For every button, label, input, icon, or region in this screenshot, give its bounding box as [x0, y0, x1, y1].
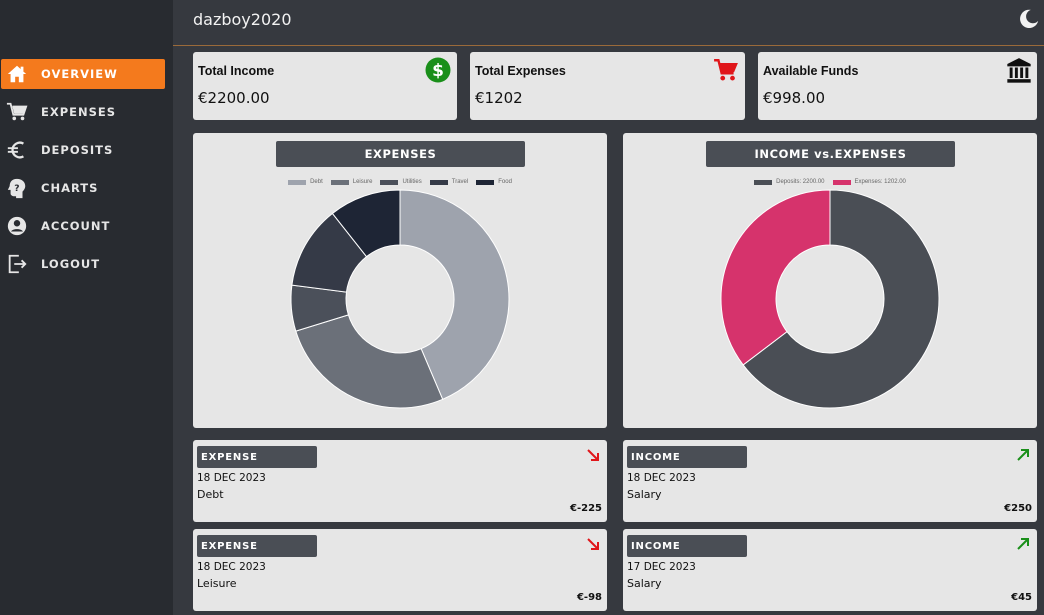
- username: dazboy2020: [193, 10, 292, 29]
- transaction-type-badge: EXPENSE: [197, 446, 317, 468]
- sidebar-item-label: OVERVIEW: [41, 67, 118, 81]
- arrow-up-right-icon: [1015, 447, 1031, 463]
- transaction-date: 18 DEC 2023: [197, 472, 266, 484]
- svg-text:?: ?: [14, 183, 19, 194]
- arrow-down-right-icon: [585, 536, 601, 552]
- transaction-amount: €45: [1011, 592, 1032, 603]
- svg-text:$: $: [432, 61, 444, 81]
- transaction-category: Debt: [197, 488, 224, 501]
- arrow-down-right-icon: [585, 447, 601, 463]
- transaction-card[interactable]: EXPENSE 18 DEC 2023 Leisure €-98: [193, 529, 607, 611]
- sidebar: OVERVIEW EXPENSES DEPOSITS ? CHARTS ACCO…: [0, 0, 173, 615]
- euro-icon: [5, 138, 29, 162]
- dollar-circle-icon: $: [425, 57, 451, 83]
- sidebar-item-expenses[interactable]: EXPENSES: [1, 97, 165, 127]
- transaction-type-badge: INCOME: [627, 446, 747, 468]
- transaction-category: Salary: [627, 488, 662, 501]
- moon-icon[interactable]: [1018, 8, 1040, 30]
- cart-icon: [5, 100, 29, 124]
- sidebar-item-overview[interactable]: OVERVIEW: [1, 59, 165, 89]
- sidebar-item-label: ACCOUNT: [41, 219, 111, 233]
- logout-icon: [5, 252, 29, 276]
- sidebar-item-deposits[interactable]: DEPOSITS: [1, 135, 165, 165]
- stat-title: Available Funds: [763, 64, 859, 78]
- stat-title: Total Expenses: [475, 64, 566, 78]
- transaction-amount: €250: [1004, 503, 1032, 514]
- transaction-amount: €-98: [576, 592, 602, 603]
- sidebar-item-label: EXPENSES: [41, 105, 117, 119]
- transaction-date: 18 DEC 2023: [627, 472, 696, 484]
- transaction-date: 18 DEC 2023: [197, 561, 266, 573]
- sidebar-item-logout[interactable]: LOGOUT: [1, 249, 165, 279]
- stat-value: €998.00: [763, 89, 826, 107]
- funds-card: Available Funds €998.00: [758, 52, 1037, 120]
- help-head-icon: ?: [5, 176, 29, 200]
- expenses-chart-panel: EXPENSES Debt Leisure Utilities Travel Food: [193, 133, 607, 428]
- home-icon: [5, 62, 29, 86]
- transaction-date: 17 DEC 2023: [627, 561, 696, 573]
- sidebar-item-label: LOGOUT: [41, 257, 101, 271]
- expenses-donut-chart: [290, 189, 510, 409]
- transaction-card[interactable]: INCOME 17 DEC 2023 Salary €45: [623, 529, 1037, 611]
- transaction-category: Leisure: [197, 577, 237, 590]
- transaction-amount: €-225: [570, 503, 602, 514]
- slice-leisure[interactable]: [295, 314, 444, 409]
- slice-expenses-1202-00[interactable]: [720, 189, 831, 366]
- bank-icon: [1005, 57, 1031, 83]
- sidebar-item-label: DEPOSITS: [41, 143, 114, 157]
- transaction-card[interactable]: EXPENSE 18 DEC 2023 Debt €-225: [193, 440, 607, 522]
- income-vs-expenses-chart-panel: INCOME vs.EXPENSES Deposits: 2200.00 Expe…: [623, 133, 1037, 428]
- top-bar: dazboy2020: [173, 0, 1044, 46]
- arrow-up-right-icon: [1015, 536, 1031, 552]
- stat-value: €2200.00: [198, 89, 270, 107]
- cart-icon: [713, 57, 739, 83]
- stat-value: €1202: [475, 89, 523, 107]
- transaction-card[interactable]: INCOME 18 DEC 2023 Salary €250: [623, 440, 1037, 522]
- transaction-type-badge: EXPENSE: [197, 535, 317, 557]
- sidebar-item-charts[interactable]: ? CHARTS: [1, 173, 165, 203]
- income-expenses-donut-chart: [720, 189, 940, 409]
- account-icon: [5, 214, 29, 238]
- transaction-type-badge: INCOME: [627, 535, 747, 557]
- stat-title: Total Income: [198, 64, 275, 78]
- expenses-card: Total Expenses €1202: [470, 52, 745, 120]
- transaction-category: Salary: [627, 577, 662, 590]
- sidebar-item-account[interactable]: ACCOUNT: [1, 211, 165, 241]
- sidebar-item-label: CHARTS: [41, 181, 99, 195]
- income-card: Total Income €2200.00 $: [193, 52, 457, 120]
